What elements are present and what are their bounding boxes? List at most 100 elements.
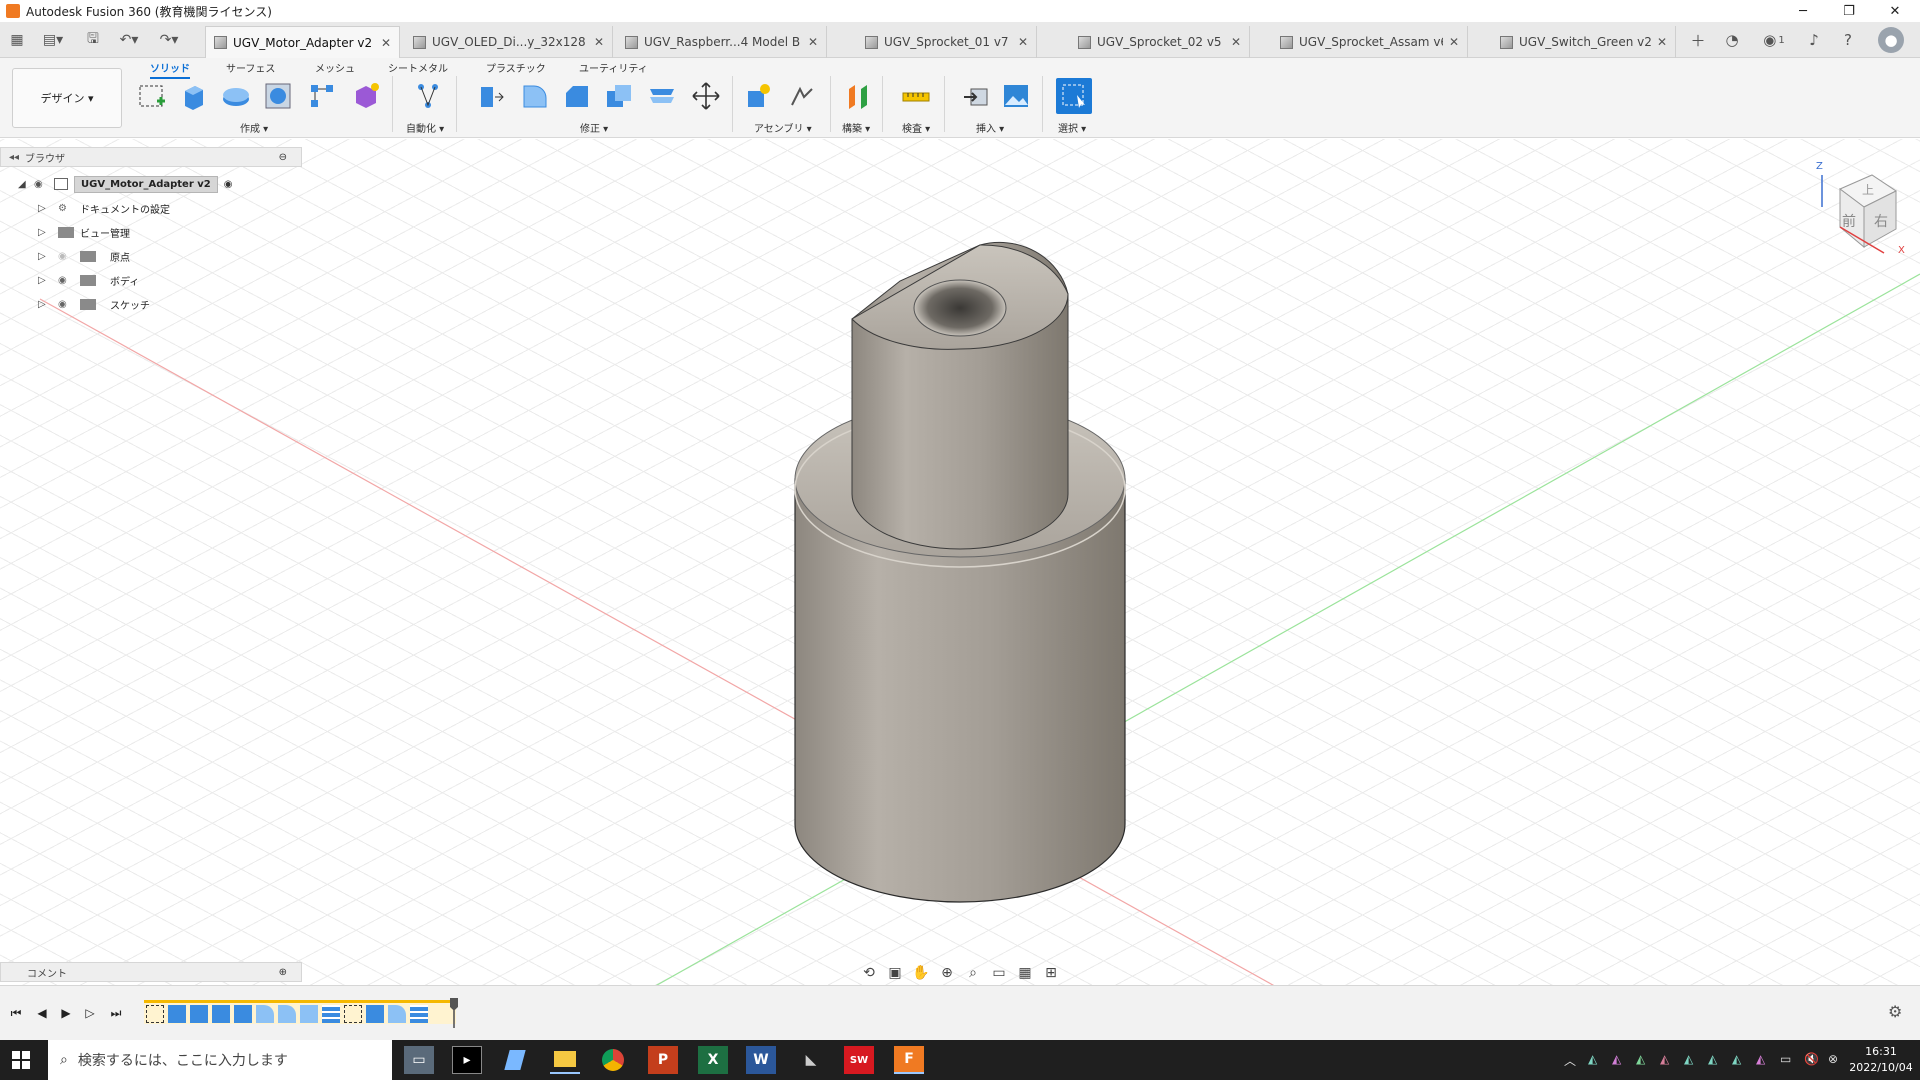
app-grid-icon[interactable]: ▦ <box>4 28 30 52</box>
tab-ugv-oled-display[interactable]: UGV_OLED_Di...y_32x128 v3 ✕ <box>405 26 613 58</box>
timeline-extrude-icon[interactable] <box>212 1004 230 1023</box>
tray-app-icon[interactable]: ◭ <box>1588 1052 1597 1066</box>
undo-icon[interactable]: ↶▾ <box>114 28 144 52</box>
zoom-icon[interactable]: ⊕ <box>936 965 958 981</box>
file-menu-icon[interactable]: ▤▾ <box>36 28 70 52</box>
visibility-eye-icon[interactable]: ◉ <box>58 275 80 286</box>
start-windows-icon[interactable] <box>12 1051 30 1069</box>
tab-utility[interactable]: ユーティリティ <box>579 60 648 75</box>
combine-icon[interactable] <box>646 80 678 112</box>
shell-icon[interactable] <box>602 80 634 112</box>
go-to-end-icon[interactable]: ⏭ <box>106 1003 126 1023</box>
root-component-label[interactable]: UGV_Motor_Adapter v2 <box>74 175 218 193</box>
tree-item-bodies[interactable]: ▷ ◉ ボディ <box>38 269 139 291</box>
tab-ugv-sprocket-01[interactable]: UGV_Sprocket_01 v7 ✕ <box>857 26 1037 58</box>
inspect-group-label[interactable]: 検査 ▾ <box>902 120 930 135</box>
insert-canvas-icon[interactable] <box>1000 80 1032 112</box>
go-to-start-icon[interactable]: ⏮ <box>6 1003 26 1023</box>
add-comment-icon[interactable]: ⊕ <box>279 967 287 978</box>
tab-ugv-switch-green[interactable]: UGV_Switch_Green v2 ✕ <box>1492 26 1676 58</box>
tab-surface[interactable]: サーフェス <box>226 60 275 75</box>
terminal-icon[interactable]: ▸ <box>452 1046 482 1074</box>
timeline-extrude-icon[interactable] <box>366 1004 384 1023</box>
close-tab-icon[interactable]: ✕ <box>808 35 818 49</box>
joint-icon[interactable] <box>786 80 818 112</box>
tray-app-icon[interactable]: ◭ <box>1708 1052 1717 1066</box>
help-icon[interactable]: ? <box>1836 28 1860 52</box>
chrome-browser-icon[interactable] <box>598 1046 628 1074</box>
revolve-icon[interactable] <box>220 80 252 112</box>
chamfer-icon[interactable] <box>560 80 592 112</box>
step-forward-icon[interactable]: ▷ <box>80 1003 100 1023</box>
view-cube-right-label[interactable]: 右 <box>1874 211 1888 231</box>
task-view-icon[interactable]: ▭ <box>404 1046 434 1074</box>
volume-muted-icon[interactable]: 🔇 <box>1804 1052 1819 1066</box>
job-status-icon[interactable]: ◉ 1 <box>1756 28 1792 52</box>
tree-item-named-views[interactable]: ▷ ビュー管理 <box>38 221 130 243</box>
ime-icon[interactable]: ⊗ <box>1828 1052 1838 1066</box>
expand-arrow-icon[interactable]: ▷ <box>38 203 58 214</box>
tab-ugv-raspberry-pi[interactable]: UGV_Raspberr...4 Model B v7 ✕ <box>617 26 827 58</box>
online-status-icon[interactable]: ◔ <box>1720 28 1744 52</box>
insert-derive-icon[interactable] <box>960 80 992 112</box>
look-at-icon[interactable]: ▣ <box>884 965 906 981</box>
timeline-extrude-icon[interactable] <box>168 1004 186 1023</box>
tray-app-icon[interactable]: ◭ <box>1612 1052 1621 1066</box>
timeline-features[interactable] <box>144 1000 456 1024</box>
timeline-settings-gear-icon[interactable]: ⚙ <box>1888 1002 1902 1021</box>
create-form-icon[interactable] <box>350 80 382 112</box>
pan-hand-icon[interactable]: ✋ <box>910 965 932 981</box>
fillet-icon[interactable] <box>518 80 550 112</box>
select-tool-icon[interactable] <box>1056 78 1092 114</box>
tab-sheet-metal[interactable]: シートメタル <box>388 60 448 75</box>
view-cube-front-label[interactable]: 前 <box>1842 211 1856 231</box>
tab-plastic[interactable]: プラスチック <box>486 60 546 75</box>
tray-overflow-icon[interactable]: ︿ <box>1564 1052 1576 1069</box>
tray-app-icon[interactable]: ◭ <box>1756 1052 1765 1066</box>
create-sketch-icon[interactable] <box>136 80 168 112</box>
tree-item-label[interactable]: ボディ <box>110 273 139 288</box>
close-tab-icon[interactable]: ✕ <box>594 35 604 49</box>
construct-group-label[interactable]: 構築 ▾ <box>842 120 870 135</box>
collapse-panel-icon[interactable]: ◂◂ <box>9 152 19 163</box>
play-icon[interactable]: ▶ <box>56 1003 76 1023</box>
part-body-boss[interactable] <box>851 241 1069 550</box>
notes-app-icon[interactable] <box>500 1046 530 1074</box>
mounting-hole[interactable] <box>913 279 1007 337</box>
tree-item-document-settings[interactable]: ▷ ⚙ ドキュメントの設定 <box>38 197 170 219</box>
tab-ugv-sprocket-assam[interactable]: UGV_Sprocket_Assam v6 ✕ <box>1272 26 1468 58</box>
timeline-combine-icon[interactable] <box>410 1004 428 1023</box>
close-window-button[interactable]: ✕ <box>1872 0 1918 22</box>
step-back-icon[interactable]: ◀ <box>32 1003 52 1023</box>
word-icon[interactable]: W <box>746 1046 776 1074</box>
solidworks-icon[interactable]: SW <box>844 1046 874 1074</box>
file-explorer-icon[interactable] <box>550 1046 580 1074</box>
close-tab-icon[interactable]: ✕ <box>1018 35 1028 49</box>
extrude-icon[interactable] <box>178 80 210 112</box>
new-component-icon[interactable] <box>742 80 774 112</box>
select-group-label[interactable]: 選択 ▾ <box>1058 120 1086 135</box>
timeline-sketch-icon[interactable] <box>344 1004 362 1023</box>
measure-icon[interactable] <box>900 80 932 112</box>
close-tab-icon[interactable]: ✕ <box>1657 35 1667 49</box>
view-cube[interactable]: 上 前 右 Z X <box>1812 161 1912 257</box>
save-icon[interactable]: 🖫 <box>80 28 106 52</box>
comments-panel[interactable]: コメント ⊕ <box>0 962 302 982</box>
tree-item-label[interactable]: ドキュメントの設定 <box>80 201 170 216</box>
timeline-fillet-icon[interactable] <box>278 1004 296 1023</box>
timeline-extrude-icon[interactable] <box>234 1004 252 1023</box>
tree-item-label[interactable]: スケッチ <box>110 297 150 312</box>
tree-item-origin[interactable]: ▷ ◉ 原点 <box>38 245 130 267</box>
create-group-label[interactable]: 作成 ▾ <box>240 120 268 135</box>
move-copy-icon[interactable] <box>690 80 722 112</box>
powerpoint-icon[interactable]: P <box>648 1046 678 1074</box>
minimize-button[interactable]: ─ <box>1780 0 1826 22</box>
photos-app-icon[interactable]: ◣ <box>796 1046 826 1074</box>
pattern-icon[interactable] <box>306 80 338 112</box>
user-avatar[interactable]: ● <box>1878 27 1904 53</box>
timeline-chamfer-icon[interactable] <box>300 1004 318 1023</box>
restore-button[interactable]: ❐ <box>1826 0 1872 22</box>
press-pull-icon[interactable] <box>474 80 506 112</box>
viewports-icon[interactable]: ⊞ <box>1040 965 1062 981</box>
close-tab-icon[interactable]: ✕ <box>381 36 391 50</box>
